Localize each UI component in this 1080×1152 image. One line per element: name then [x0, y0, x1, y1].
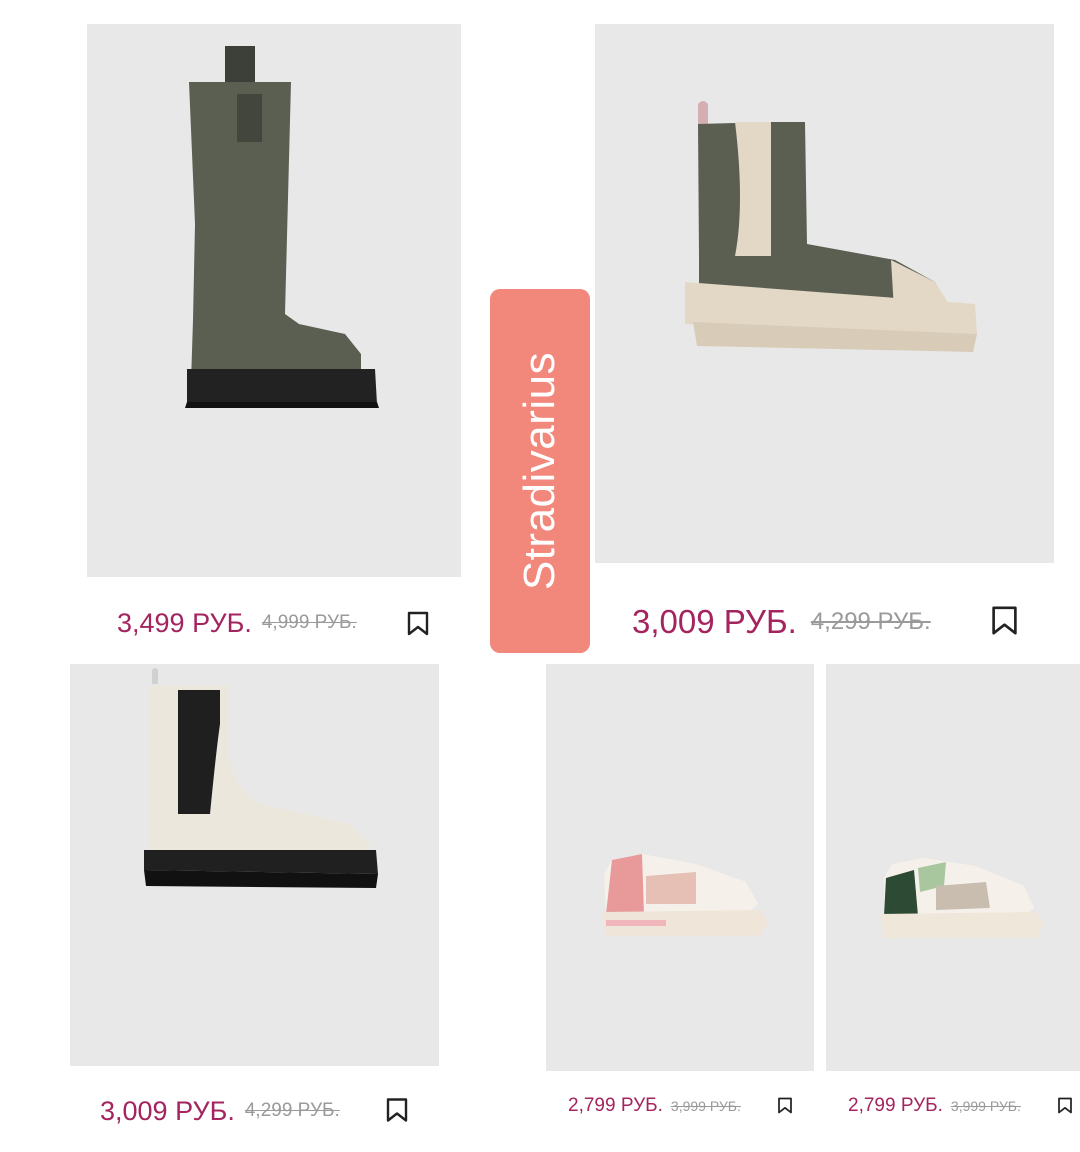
old-price: 3,999 РУБ. [950, 1098, 1021, 1114]
product-image-chelsea-boot[interactable] [595, 24, 1054, 563]
green-sneaker-illustration [880, 858, 1044, 938]
ankle-boot-illustration [144, 668, 378, 888]
price-row-1: 3,499 РУБ. 4,999 РУБ. [117, 606, 357, 640]
price-row-3: 3,009 РУБ. 4,299 РУБ. [100, 1093, 340, 1129]
current-price: 3,009 РУБ. [100, 1095, 235, 1126]
bookmark-icon[interactable] [777, 1097, 793, 1114]
current-price: 2,799 РУБ. [568, 1095, 663, 1116]
current-price: 3,009 РУБ. [632, 603, 797, 640]
old-price: 4,999 РУБ. [261, 612, 357, 633]
bookmark-icon[interactable] [1057, 1097, 1073, 1114]
product-image-pink-sneaker[interactable] [546, 664, 814, 1071]
brand-label: Stradivarius [490, 289, 590, 653]
bookmark-icon[interactable] [385, 1097, 409, 1123]
pink-sneaker-illustration [602, 854, 768, 936]
bookmark-icon[interactable] [406, 611, 430, 636]
old-price: 3,999 РУБ. [670, 1098, 741, 1114]
chelsea-boot-illustration [685, 101, 977, 352]
old-price: 4,299 РУБ. [810, 608, 931, 635]
price-row-5: 2,799 РУБ. 3,999 РУБ. [848, 1093, 1021, 1119]
price-row-4: 2,799 РУБ. 3,999 РУБ. [568, 1093, 741, 1119]
brand-text: Stradivarius [515, 351, 564, 591]
current-price: 2,799 РУБ. [848, 1095, 943, 1116]
bookmark-icon[interactable] [990, 605, 1019, 636]
product-image-green-sneaker[interactable] [826, 664, 1080, 1071]
product-image-ankle-boot[interactable] [70, 664, 439, 1066]
current-price: 3,499 РУБ. [117, 607, 252, 638]
tall-boot-illustration [185, 46, 379, 408]
old-price: 4,299 РУБ. [244, 1100, 340, 1121]
price-row-2: 3,009 РУБ. 4,299 РУБ. [632, 602, 931, 642]
product-image-tall-boot[interactable] [87, 24, 461, 577]
